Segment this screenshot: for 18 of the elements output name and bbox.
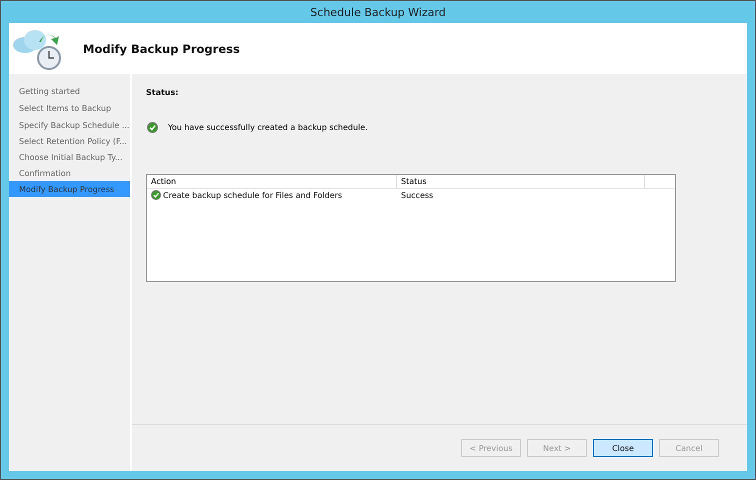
step-item[interactable]: Getting started <box>9 83 130 99</box>
step-item[interactable]: Select Items to Backup <box>9 100 130 116</box>
status-message: You have successfully created a backup schedule. <box>168 123 368 132</box>
check-icon <box>151 190 161 200</box>
table-cell: Success <box>401 190 434 200</box>
column-header[interactable]: Action <box>147 175 397 189</box>
status-label: Status: <box>146 88 180 97</box>
window-title: Schedule Backup Wizard <box>310 6 446 18</box>
check-icon <box>147 122 158 133</box>
page-title: Modify Backup Progress <box>83 42 240 56</box>
step-item[interactable]: Select Retention Policy (F... <box>9 133 130 149</box>
step-item[interactable]: Modify Backup Progress <box>9 181 130 197</box>
step-item[interactable]: Specify Backup Schedule ... <box>9 117 130 133</box>
column-header[interactable]: Status <box>397 175 645 189</box>
step-item[interactable]: Confirmation <box>9 165 130 181</box>
table-cell: Create backup schedule for Files and Folders <box>163 190 342 200</box>
wizard-button[interactable]: Close <box>593 439 653 457</box>
step-item[interactable]: Choose Initial Backup Ty... <box>9 149 130 165</box>
